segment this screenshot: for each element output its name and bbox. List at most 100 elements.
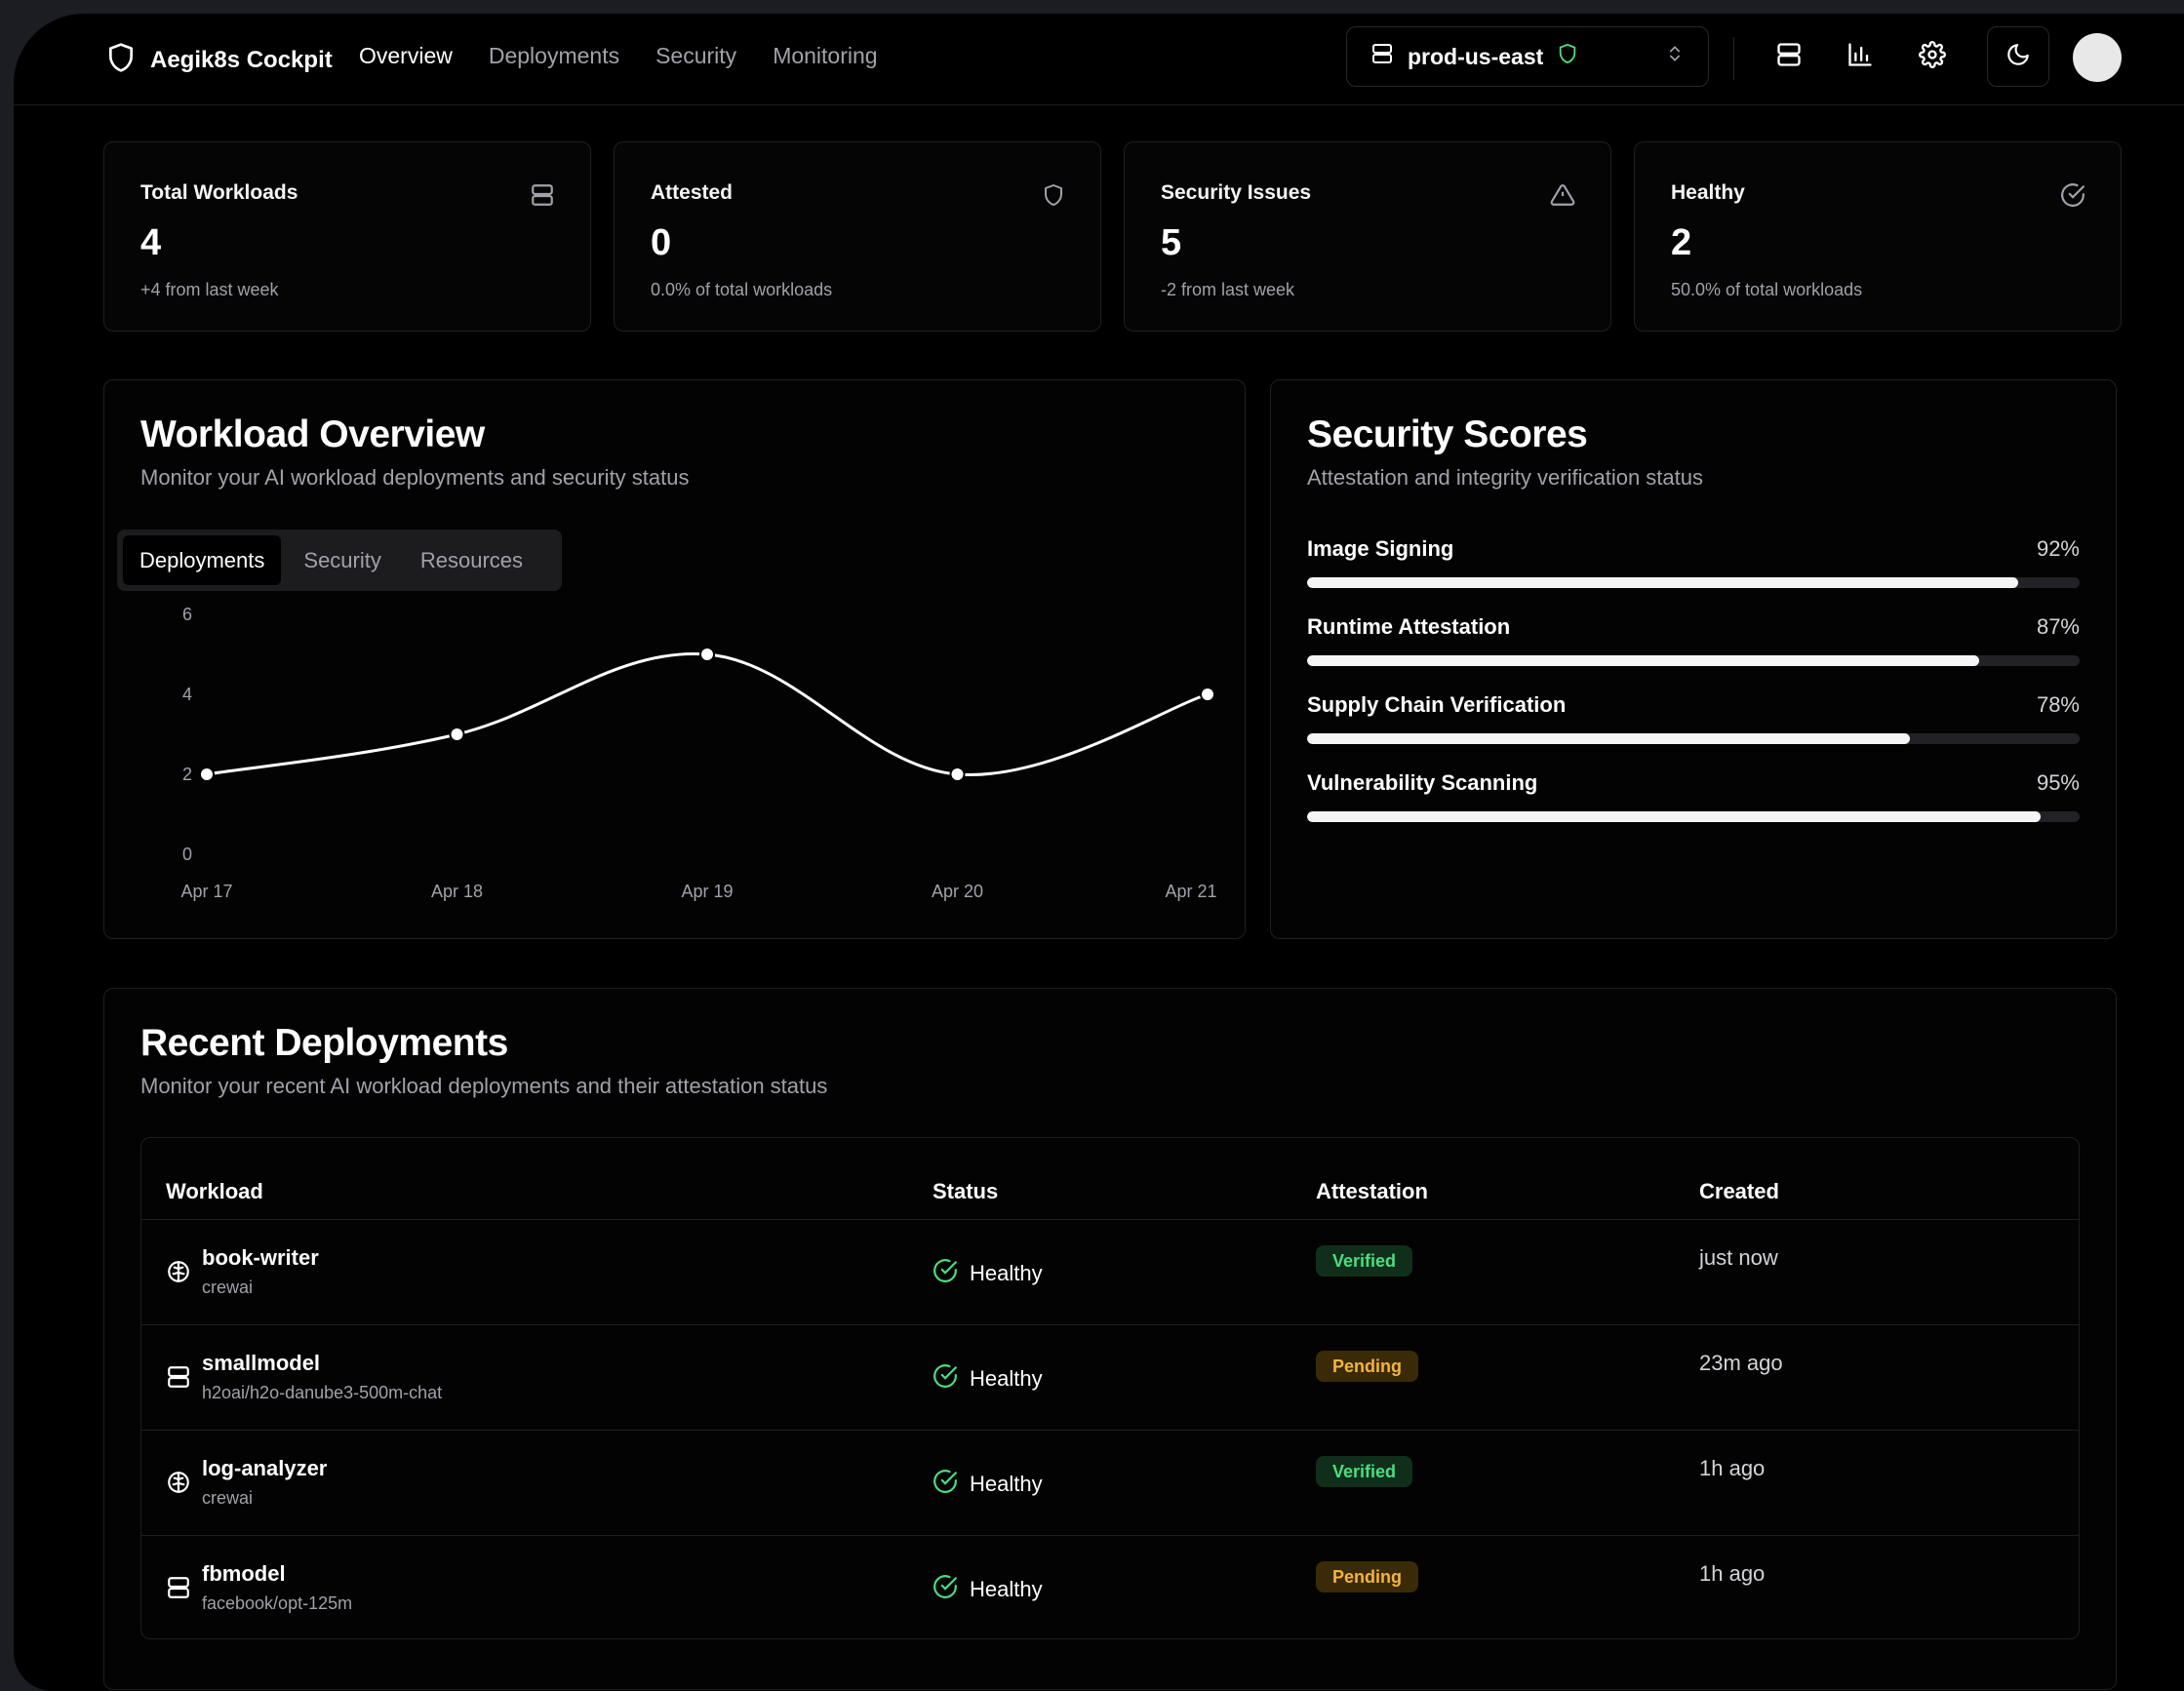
score-progress-fill [1307, 577, 2018, 588]
workload-source: crewai [202, 1488, 254, 1508]
score-percent: 95% [2036, 770, 2080, 795]
column-header-status[interactable]: Status [933, 1179, 998, 1204]
y-tick-label: 2 [182, 765, 192, 784]
score-label: Vulnerability Scanning [1307, 770, 1538, 795]
attestation-badge: Pending [1316, 1561, 1418, 1593]
column-header-attestation[interactable]: Attestation [1316, 1179, 1428, 1204]
brand[interactable]: Aegik8s Cockpit [105, 40, 333, 80]
shield-check-icon [1557, 42, 1578, 71]
data-point[interactable] [199, 767, 215, 782]
moon-icon [2005, 42, 2031, 72]
server-icon [166, 1364, 191, 1395]
score-progress-track [1307, 577, 2080, 588]
column-header-workload[interactable]: Workload [166, 1179, 263, 1204]
cluster-name: prod-us-east [1408, 43, 1544, 69]
nav-security[interactable]: Security [655, 43, 736, 69]
check-circle-icon [933, 1469, 958, 1500]
check-circle-icon [2060, 182, 2085, 213]
theme-toggle-button[interactable] [1987, 26, 2049, 87]
stat-value: 2 [1671, 222, 1692, 263]
recent-deployments-panel: Recent Deployments Monitor your recent A… [103, 988, 2117, 1690]
stat-card-healthy: Healthy 2 50.0% of total workloads [1634, 141, 2122, 332]
stat-card-attested: Attested 0 0.0% of total workloads [614, 141, 1101, 332]
server-icon [166, 1575, 191, 1605]
server-icon [1775, 41, 1803, 73]
gear-icon [1919, 40, 1946, 73]
brain-icon [166, 1470, 191, 1500]
status-cell: Healthy [933, 1469, 1043, 1500]
settings-button[interactable] [1909, 33, 1956, 80]
stat-title: Security Issues [1161, 181, 1312, 204]
panel-subtitle: Attestation and integrity verification s… [1307, 465, 1703, 490]
nav-overview[interactable]: Overview [359, 43, 453, 69]
workload-name[interactable]: log-analyzer [202, 1456, 327, 1481]
created-time: 1h ago [1699, 1456, 1766, 1480]
score-row: Image Signing 92% [1307, 536, 2080, 595]
stat-sub: -2 from last week [1161, 280, 1295, 299]
status-text: Healthy [970, 1261, 1043, 1285]
server-icon [530, 182, 555, 213]
brand-name: Aegik8s Cockpit [150, 46, 333, 73]
score-progress-track [1307, 655, 2080, 666]
avatar[interactable] [2073, 33, 2122, 82]
chevrons-up-down-icon [1665, 43, 1685, 70]
nav-deployments[interactable]: Deployments [489, 43, 619, 69]
status-text: Healthy [970, 1577, 1043, 1601]
top-bar: Aegik8s Cockpit Overview Deployments Sec… [14, 14, 2184, 105]
panel-subtitle: Monitor your recent AI workload deployme… [140, 1074, 828, 1098]
score-percent: 92% [2036, 536, 2080, 561]
attestation-badge: Verified [1316, 1456, 1413, 1487]
panel-title: Security Scores [1307, 413, 1588, 455]
nav-monitoring[interactable]: Monitoring [773, 43, 877, 69]
cluster-select[interactable]: prod-us-east [1346, 26, 1709, 87]
data-point[interactable] [699, 647, 715, 662]
x-tick-label: Apr 17 [180, 882, 232, 901]
security-scores-panel: Security Scores Attestation and integrit… [1270, 379, 2117, 939]
shield-logo-icon [105, 40, 137, 80]
workload-name[interactable]: fbmodel [202, 1561, 286, 1587]
alert-triangle-icon [1550, 182, 1575, 213]
created-time: 23m ago [1699, 1351, 1783, 1375]
brain-icon [166, 1259, 191, 1289]
table-row[interactable]: book-writer crewai Healthy Verified just now [141, 1219, 2079, 1324]
series-line [206, 651, 1209, 776]
score-label: Runtime Attestation [1307, 614, 1511, 639]
status-cell: Healthy [933, 1363, 1043, 1395]
x-tick-label: Apr 19 [681, 882, 733, 901]
shield-icon [1042, 182, 1065, 213]
workload-overview-panel: Workload Overview Monitor your AI worklo… [103, 379, 1246, 939]
servers-button[interactable] [1766, 33, 1812, 80]
score-progress-fill [1307, 733, 1910, 744]
score-label: Supply Chain Verification [1307, 692, 1567, 717]
score-row: Vulnerability Scanning 95% [1307, 770, 2080, 829]
column-header-created[interactable]: Created [1699, 1179, 1779, 1204]
workload-name[interactable]: smallmodel [202, 1351, 320, 1376]
y-tick-label: 0 [182, 845, 192, 864]
data-point[interactable] [449, 727, 465, 742]
score-progress-fill [1307, 811, 2042, 822]
score-label: Image Signing [1307, 536, 1454, 561]
status-text: Healthy [970, 1472, 1043, 1496]
workload-name[interactable]: book-writer [202, 1245, 319, 1271]
analytics-button[interactable] [1837, 33, 1884, 80]
workload-source: h2oai/h2o-danube3-500m-chat [202, 1383, 443, 1402]
deployments-table: Workload Status Attestation Created book… [140, 1137, 2080, 1639]
table-row[interactable]: log-analyzer crewai Healthy Verified 1h ago [141, 1430, 2079, 1535]
stat-title: Total Workloads [140, 181, 298, 204]
status-text: Healthy [970, 1366, 1043, 1391]
stat-sub: 50.0% of total workloads [1671, 280, 1863, 299]
score-percent: 78% [2036, 692, 2080, 717]
workload-source: crewai [202, 1278, 254, 1297]
status-cell: Healthy [933, 1258, 1043, 1289]
table-row[interactable]: fbmodel facebook/opt-125m Healthy Pending 1h… [141, 1535, 2079, 1640]
x-tick-label: Apr 18 [431, 882, 483, 901]
data-point[interactable] [1200, 687, 1215, 702]
data-point[interactable] [949, 767, 966, 782]
bar-chart-icon [1846, 41, 1874, 73]
stat-sub: +4 from last week [140, 280, 279, 299]
table-row[interactable]: smallmodel h2oai/h2o-danube3-500m-chat Hea… [141, 1324, 2079, 1430]
score-row: Supply Chain Verification 78% [1307, 692, 2080, 751]
score-progress-fill [1307, 655, 1980, 666]
check-circle-icon [933, 1363, 958, 1395]
stat-value: 4 [140, 222, 162, 263]
